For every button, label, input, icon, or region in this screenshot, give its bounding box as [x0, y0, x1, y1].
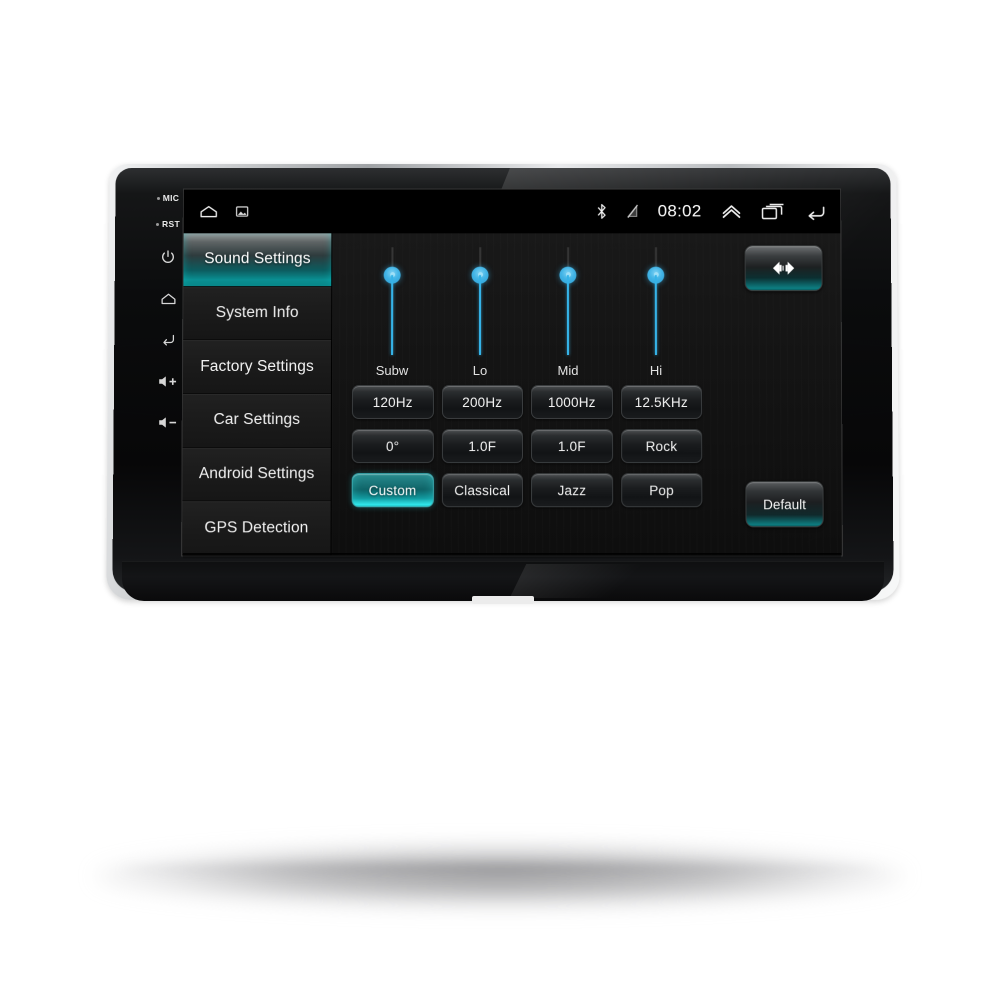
button-lo-frequency[interactable]: 200Hz [441, 384, 524, 420]
sound-button-grid: 120Hz 200Hz 1000Hz 12.5KHz 0° 1.0F 1.0F … [351, 384, 703, 508]
lip-notch [472, 596, 534, 604]
button-label: Jazz [557, 482, 587, 498]
power-icon[interactable] [160, 249, 176, 265]
fader-fill [566, 275, 569, 356]
screen-edge-shadow [183, 553, 841, 559]
fader-hi[interactable]: Hi [620, 241, 692, 381]
button-hi-frequency[interactable]: 12.5KHz [620, 384, 703, 420]
back-icon[interactable] [160, 332, 177, 346]
sidebar-item-sound-settings[interactable]: Sound Settings [183, 233, 332, 287]
sidebar-item-label: GPS Detection [204, 518, 309, 537]
sidebar-item-car-settings[interactable]: Car Settings [182, 394, 331, 448]
default-button-label: Default [763, 496, 807, 512]
sidebar-item-gps-detection[interactable]: GPS Detection [182, 501, 331, 556]
button-mid-frequency[interactable]: 1000Hz [531, 384, 613, 420]
lcd-screen: 08:02 Sound Settings System Info Factory… [182, 189, 842, 556]
sidebar-item-factory-settings[interactable]: Factory Settings [182, 340, 332, 395]
fader-lo[interactable]: Lo [444, 241, 516, 381]
lip-highlight [509, 564, 677, 598]
button-label: Custom [368, 482, 417, 498]
button-label: 1.0F [468, 438, 497, 454]
screen-content: Sound Settings System Info Factory Setti… [182, 233, 842, 556]
device-contact-shadow [120, 862, 880, 876]
default-button[interactable]: Default [745, 481, 824, 528]
button-label: 12.5KHz [634, 394, 688, 410]
device-drop-shadow [95, 845, 905, 907]
home-icon[interactable] [198, 203, 220, 219]
status-clock: 08:02 [657, 201, 702, 221]
button-label: 1.0F [557, 438, 586, 454]
volume-up-icon[interactable] [157, 374, 179, 389]
fader-subw[interactable]: Subw [356, 241, 428, 381]
recents-icon[interactable] [761, 203, 785, 220]
fader-label: Hi [649, 363, 663, 378]
back-icon[interactable] [804, 203, 828, 220]
button-label: Rock [645, 438, 678, 454]
fader-fill [654, 275, 657, 356]
sound-settings-panel: Subw Lo Mid Hi 120Hz 200Hz 1000Hz 12.5KH… [331, 233, 842, 556]
android-status-bar: 08:02 [183, 189, 841, 234]
fader-label: Lo [472, 363, 488, 378]
button-preset-jazz[interactable]: Jazz [531, 473, 613, 508]
sidebar-item-label: Factory Settings [200, 357, 314, 375]
sidebar-item-system-info[interactable]: System Info [183, 286, 332, 341]
fader-label: Subw [375, 363, 409, 378]
sidebar-item-label: System Info [215, 304, 299, 322]
button-label: 120Hz [372, 394, 413, 410]
button-subw-frequency[interactable]: 120Hz [351, 384, 434, 420]
home-icon[interactable] [160, 291, 177, 306]
button-label: Pop [649, 482, 674, 498]
button-preset-custom[interactable]: Custom [351, 473, 434, 508]
fader-label: Mid [557, 363, 579, 378]
button-preset-rock[interactable]: Rock [620, 429, 703, 464]
chevron-up-icon[interactable] [720, 203, 742, 219]
hardware-button-column: MIC RST [150, 189, 186, 555]
fader-mid[interactable]: Mid [532, 241, 604, 381]
button-preset-pop[interactable]: Pop [620, 473, 703, 508]
sidebar-item-label: Car Settings [213, 411, 301, 429]
mic-dot-icon [156, 196, 160, 200]
reset-indicator[interactable]: RST [156, 219, 180, 229]
screenshot-icon[interactable] [236, 205, 249, 218]
button-mid-q-factor[interactable]: 1.0F [531, 429, 613, 464]
device-front-lip [122, 561, 884, 604]
button-label: 200Hz [462, 394, 503, 410]
no-signal-icon [627, 203, 639, 219]
button-phase-angle[interactable]: 0° [351, 429, 434, 464]
button-label: Classical [454, 482, 511, 498]
fader-fill [391, 275, 394, 356]
screenshot-root: MIC RST 08:02 Sound Settings System Info… [0, 0, 1000, 1000]
equalizer-faders: Subw Lo Mid Hi [356, 241, 776, 381]
bluetooth-icon [596, 202, 608, 220]
button-lo-q-factor[interactable]: 1.0F [441, 429, 524, 464]
mic-indicator: MIC [156, 193, 180, 203]
button-label: 0° [385, 438, 400, 454]
settings-sidebar: Sound Settings System Info Factory Setti… [182, 233, 333, 556]
reset-label: RST [162, 219, 180, 229]
button-label: 1000Hz [547, 394, 596, 410]
mic-label: MIC [162, 193, 180, 203]
button-preset-classical[interactable]: Classical [441, 473, 524, 508]
sidebar-item-label: Sound Settings [204, 250, 311, 268]
sidebar-item-label: Android Settings [198, 465, 315, 483]
reset-pinhole-icon[interactable] [156, 222, 160, 226]
volume-down-icon[interactable] [157, 415, 179, 430]
fader-fill [479, 275, 482, 356]
sidebar-item-android-settings[interactable]: Android Settings [182, 447, 331, 502]
car-head-unit: MIC RST 08:02 Sound Settings System Info… [106, 163, 900, 604]
